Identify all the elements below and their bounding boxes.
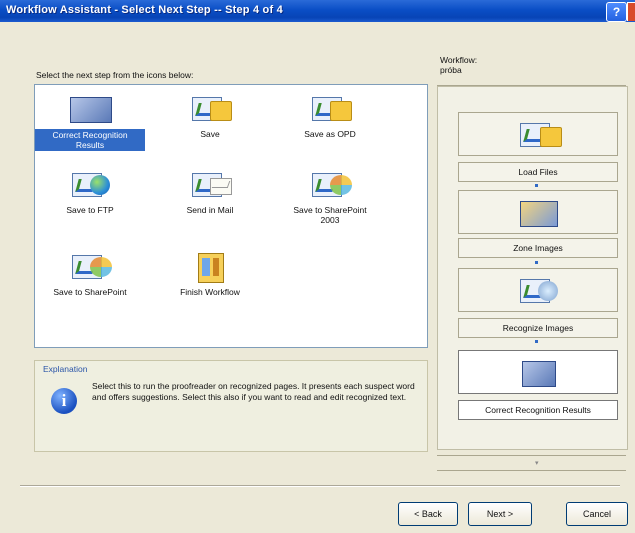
task-correct-recognition-results[interactable]: Correct Recognition Results — [35, 93, 145, 151]
workflow-header: Workflow: próba — [440, 55, 477, 75]
proofread-icon — [68, 93, 112, 125]
workflow-bottom-rule — [437, 455, 626, 456]
mail-icon — [188, 169, 232, 201]
task-label: Save to SharePoint 2003 — [293, 205, 367, 225]
close-button[interactable] — [627, 2, 635, 21]
task-label: Save as OPD — [304, 129, 356, 139]
save-folder-icon — [188, 93, 232, 125]
connector-dot — [535, 340, 538, 343]
connector-dot — [535, 261, 538, 264]
workflow-step-load-files[interactable]: Load Files — [458, 162, 618, 182]
save-opd-icon — [308, 93, 352, 125]
correct-results-icon — [514, 357, 562, 387]
ftp-globe-icon — [68, 169, 112, 201]
scroll-down-icon[interactable]: ▾ — [535, 459, 539, 467]
workflow-assistant-window: Workflow Assistant - Select Next Step --… — [0, 0, 635, 533]
task-label: Save to FTP — [66, 205, 114, 215]
instruction-label: Select the next step from the icons belo… — [36, 70, 194, 80]
zone-images-icon — [514, 197, 562, 227]
recognize-images-icon — [514, 275, 562, 305]
next-step-icon-panel: Correct Recognition Results Save Save as… — [34, 84, 428, 348]
task-label: Save — [200, 129, 220, 139]
explanation-panel: Explanation i Select this to run the pro… — [34, 360, 428, 452]
workflow-step-zone-images[interactable]: Zone Images — [458, 238, 618, 258]
task-label: Correct Recognition Results — [35, 129, 145, 151]
task-save[interactable]: Save — [155, 93, 265, 139]
sharepoint-icon — [68, 251, 112, 283]
explanation-label: Explanation — [43, 364, 88, 374]
task-send-in-mail[interactable]: Send in Mail — [155, 169, 265, 215]
workflow-name: próba — [440, 65, 462, 75]
load-files-icon — [514, 119, 562, 149]
cancel-button[interactable]: Cancel — [566, 502, 628, 526]
task-save-to-sharepoint-2003[interactable]: Save to SharePoint 2003 — [275, 169, 385, 225]
task-label: Finish Workflow — [180, 287, 240, 297]
sharepoint-icon — [308, 169, 352, 201]
task-label: Send in Mail — [186, 205, 234, 215]
title-bar[interactable]: Workflow Assistant - Select Next Step --… — [0, 0, 635, 22]
workflow-footer-rule — [437, 470, 626, 471]
workflow-step-correct-recognition-results[interactable]: Correct Recognition Results — [458, 400, 618, 420]
finish-icon — [188, 251, 232, 283]
task-save-to-ftp[interactable]: Save to FTP — [35, 169, 145, 215]
button-separator — [20, 485, 620, 487]
info-icon: i — [51, 388, 77, 414]
task-label: Save to SharePoint — [53, 287, 127, 297]
workflow-step-zone-images-icon-box[interactable] — [458, 190, 618, 234]
task-finish-workflow[interactable]: Finish Workflow — [155, 251, 265, 297]
workflow-label: Workflow: — [440, 55, 478, 65]
next-button[interactable]: Next > — [468, 502, 532, 526]
workflow-step-recognize-images[interactable]: Recognize Images — [458, 318, 618, 338]
workflow-step-recognize-images-icon-box[interactable] — [458, 268, 618, 312]
back-button[interactable]: < Back — [398, 502, 458, 526]
task-save-as-opd[interactable]: Save as OPD — [275, 93, 385, 139]
connector-dot — [535, 184, 538, 187]
window-title: Workflow Assistant - Select Next Step --… — [6, 4, 283, 16]
help-button[interactable]: ? — [606, 2, 627, 22]
task-save-to-sharepoint[interactable]: Save to SharePoint — [35, 251, 145, 297]
workflow-step-correct-results-icon-box[interactable] — [458, 350, 618, 394]
explanation-text: Select this to run the proofreader on re… — [92, 381, 415, 402]
workflow-step-load-files-icon-box[interactable] — [458, 112, 618, 156]
